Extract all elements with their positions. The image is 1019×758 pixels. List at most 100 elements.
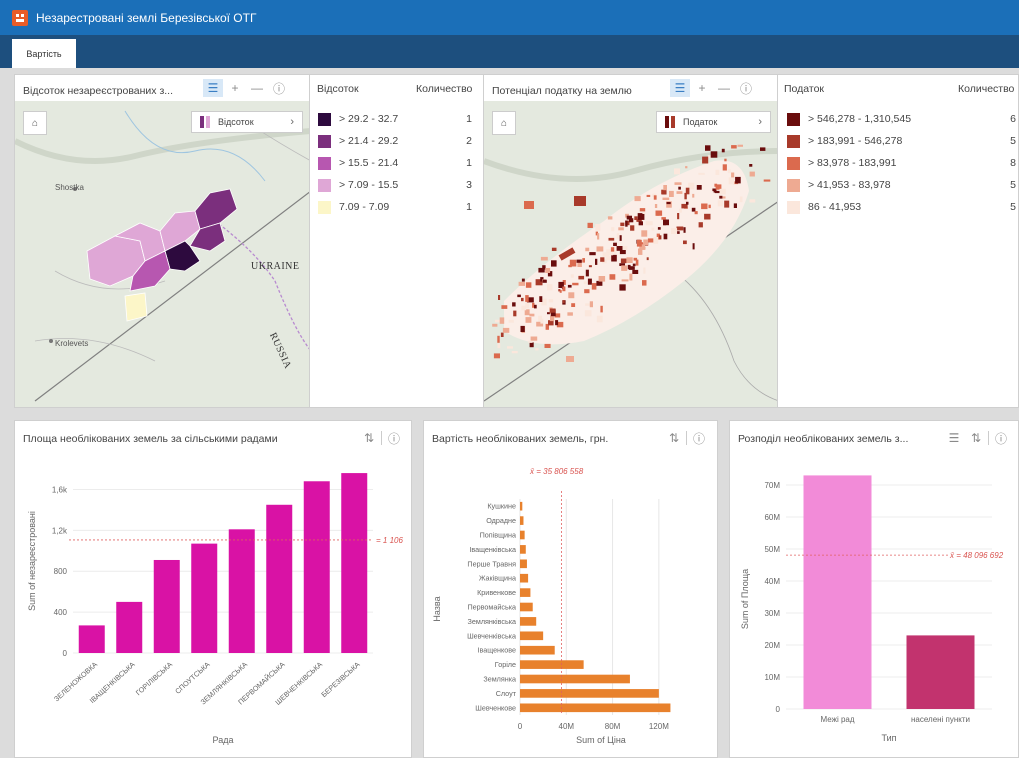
info-icon[interactable]: ⓘ — [991, 429, 1011, 447]
bar — [78, 625, 105, 653]
tax-parcel — [686, 201, 689, 205]
legend-item-label: > 7.09 - 15.5 — [339, 179, 399, 191]
tax-parcel — [643, 239, 649, 245]
legend-item[interactable]: > 546,278 - 1,310,545 — [787, 111, 911, 127]
tax-parcel — [595, 258, 598, 265]
tax-parcel — [724, 200, 730, 208]
tax-parcel — [492, 323, 498, 327]
map1-legend-button[interactable]: Відсоток › — [191, 111, 303, 133]
tax-parcel — [591, 283, 597, 290]
tax-parcel — [659, 235, 662, 240]
tax-parcel — [497, 343, 501, 349]
tax-parcel — [540, 256, 548, 261]
zoom-out-icon[interactable]: — — [247, 79, 267, 97]
x-tick-label: Межі рад — [820, 715, 854, 724]
legend-item-label: > 546,278 - 1,310,545 — [808, 113, 912, 125]
bar — [520, 530, 525, 540]
tax-parcel — [622, 246, 628, 250]
legend-toggle-icon[interactable]: ☰ — [203, 79, 223, 97]
legend-item[interactable]: > 183,991 - 546,278 — [787, 133, 902, 149]
legend-item-count: 5 — [1010, 179, 1016, 191]
sort-icon[interactable]: ⇅ — [966, 429, 986, 447]
tax-parcel — [521, 297, 524, 302]
map1-canvas[interactable]: ⌂ Відсоток › Shostka UKRAINE RUSSIA Krol… — [15, 101, 309, 407]
tax-parcel — [524, 201, 534, 209]
tax-parcel — [653, 237, 659, 244]
tax-parcel — [544, 343, 551, 348]
zoom-in-icon[interactable]: + — [692, 79, 712, 97]
tax-parcel — [639, 208, 646, 212]
tax-parcel — [708, 204, 711, 209]
info-icon[interactable]: ⓘ — [384, 429, 404, 447]
map2-title: Потенціал податку на землю — [492, 85, 632, 97]
tax-parcel — [578, 275, 585, 280]
legend-toggle-icon[interactable]: ☰ — [670, 79, 690, 97]
sort-icon[interactable]: ⇅ — [664, 429, 684, 447]
tax-parcel — [632, 263, 636, 267]
tax-parcel — [507, 346, 513, 349]
tax-parcel — [597, 233, 600, 240]
x-axis-title: Рада — [213, 735, 234, 745]
map2-canvas[interactable]: ⌂ Податок › — [484, 101, 777, 407]
mean-label: x̄ = 35 806 558 — [529, 467, 584, 476]
y-tick-label: Горіле — [495, 660, 516, 669]
tax-parcel — [616, 246, 623, 251]
tax-parcel — [583, 281, 587, 285]
y-tick-label: Іващенкове — [478, 646, 517, 655]
map1-basemap — [15, 101, 309, 407]
tab-bar: Вартість — [0, 35, 1019, 68]
tax-parcel — [728, 177, 735, 185]
bar — [803, 475, 872, 709]
info-icon[interactable]: ⓘ — [736, 79, 756, 97]
zoom-out-icon[interactable]: — — [714, 79, 734, 97]
tab-vartist[interactable]: Вартість — [12, 39, 76, 68]
tax-parcel — [567, 284, 572, 288]
tax-parcel — [683, 240, 687, 245]
tax-parcel — [568, 264, 572, 268]
bar — [520, 703, 671, 713]
bar — [520, 602, 533, 612]
legend-item[interactable]: > 29.2 - 32.7 — [318, 111, 398, 127]
tax-parcel — [657, 227, 661, 230]
tax-parcel — [535, 348, 539, 351]
map1-title: Відсоток незареєстрованих з... — [23, 85, 174, 97]
tax-parcel — [692, 243, 695, 250]
tax-parcel — [529, 342, 534, 348]
tax-parcel — [714, 190, 720, 194]
tax-parcel — [653, 195, 657, 200]
legend-item[interactable]: > 83,978 - 183,991 — [787, 155, 896, 171]
app-titlebar: Незарестровані землі Березівської ОТГ — [0, 0, 1019, 35]
x-tick-label: населені пункти — [911, 715, 970, 724]
legend-toggle-icon[interactable]: ☰ — [944, 429, 964, 447]
legend-swatch-icon — [318, 178, 331, 192]
legend-item[interactable]: > 41,953 - 83,978 — [787, 177, 891, 193]
map2-legend-button[interactable]: Податок › — [656, 111, 771, 133]
bar — [520, 545, 526, 554]
legend-item[interactable]: > 7.09 - 15.5 — [318, 177, 398, 193]
legend-item[interactable]: 86 - 41,953 — [787, 199, 861, 215]
legend-item-label: 7.09 - 7.09 — [339, 201, 390, 213]
tax-parcel — [618, 227, 624, 231]
info-icon[interactable]: ⓘ — [269, 79, 289, 97]
bar — [341, 473, 368, 653]
x-axis-title: Sum of Ціна — [576, 735, 626, 745]
info-icon[interactable]: ⓘ — [689, 429, 709, 447]
tax-parcel — [634, 196, 641, 202]
tax-parcel — [676, 191, 683, 194]
tax-parcel — [694, 211, 698, 215]
legend-swatch-icon — [787, 134, 800, 148]
tax-parcel — [646, 257, 649, 261]
sort-icon[interactable]: ⇅ — [359, 429, 379, 447]
tax-parcel — [568, 292, 575, 299]
home-icon[interactable]: ⌂ — [23, 111, 47, 135]
legend-item[interactable]: > 21.4 - 29.2 — [318, 133, 398, 149]
y-tick-label: 1,6k — [52, 485, 68, 494]
zoom-in-icon[interactable]: + — [225, 79, 245, 97]
legend-item[interactable]: > 15.5 - 21.4 — [318, 155, 398, 171]
home-icon[interactable]: ⌂ — [492, 111, 516, 135]
bar — [520, 617, 537, 626]
legend1-header-count: Количество — [416, 83, 473, 95]
tax-parcel — [710, 151, 718, 158]
legend-item-count: 1 — [466, 157, 472, 169]
legend-item[interactable]: 7.09 - 7.09 — [318, 199, 389, 215]
